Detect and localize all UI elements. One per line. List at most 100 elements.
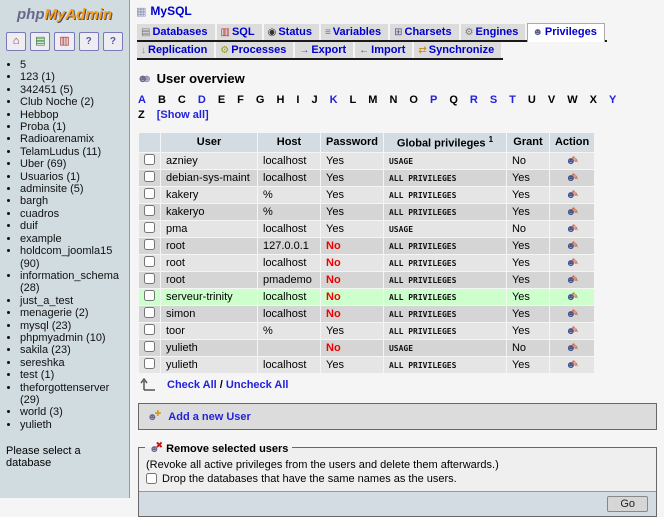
edit-privileges-icon[interactable]: ☻✎	[566, 342, 579, 354]
phpmyadmin-logo[interactable]: phpMyAdmin	[6, 6, 123, 23]
privileges-value: USAGE	[389, 225, 413, 234]
database-list-item[interactable]: information_schema (28)	[20, 270, 123, 295]
drop-databases-checkbox[interactable]	[146, 473, 157, 484]
tab-databases[interactable]: ▤Databases	[137, 24, 215, 40]
database-list-item[interactable]: bargh	[20, 195, 123, 207]
edit-privileges-icon[interactable]: ☻✎	[566, 155, 579, 167]
edit-privileges-icon[interactable]: ☻✎	[566, 172, 579, 184]
edit-privileges-icon[interactable]: ☻✎	[566, 223, 579, 235]
row-checkbox[interactable]	[144, 324, 155, 335]
tab-privileges[interactable]: ☻Privileges	[527, 23, 605, 42]
tab-status[interactable]: ◉Status	[264, 24, 319, 40]
server-link[interactable]: ▦ MySQL	[136, 4, 664, 18]
row-checkbox[interactable]	[144, 290, 155, 301]
select-database-note: Please select a database	[6, 445, 123, 469]
tab-import[interactable]: ←Import	[355, 42, 412, 58]
row-checkbox[interactable]	[144, 341, 155, 352]
go-button[interactable]: Go	[607, 496, 648, 512]
action-cell: ☻✎	[550, 187, 594, 203]
database-list-item[interactable]: sakila (23)	[20, 344, 123, 356]
tab-engines[interactable]: ⚙Engines	[461, 24, 526, 40]
check-all-separator: /	[220, 379, 223, 391]
tab-processes[interactable]: ⚙Processes	[216, 42, 293, 58]
database-list-item[interactable]: test (1)	[20, 369, 123, 381]
row-checkbox[interactable]	[144, 154, 155, 165]
logout-icon[interactable]: ▤	[30, 32, 50, 51]
database-list-item[interactable]: Hebbop	[20, 109, 123, 121]
database-list-item[interactable]: world (3)	[20, 406, 123, 418]
letter-link-r[interactable]: R	[470, 93, 478, 108]
privileges-cell: ALL PRIVILEGES	[384, 204, 506, 220]
row-checkbox[interactable]	[144, 205, 155, 216]
database-list-item[interactable]: menagerie (2)	[20, 307, 123, 319]
database-list-item[interactable]: TelamLudus (11)	[20, 146, 123, 158]
database-list-item[interactable]: 342451 (5)	[20, 84, 123, 96]
database-list-item[interactable]: just_a_test	[20, 295, 123, 307]
privileges-footnote-marker[interactable]: 1	[489, 135, 493, 144]
add-new-user-link[interactable]: Add a new User	[168, 411, 251, 423]
database-list-item[interactable]: phpmyadmin (10)	[20, 332, 123, 344]
letter-link-s[interactable]: S	[490, 93, 497, 108]
letter-link-y[interactable]: Y	[609, 93, 616, 108]
letter-link-d[interactable]: D	[198, 93, 206, 108]
tab-variables[interactable]: ≡Variables	[321, 24, 388, 40]
home-icon[interactable]: ⌂	[6, 32, 26, 51]
database-list-item[interactable]: adminsite (5)	[20, 183, 123, 195]
row-checkbox[interactable]	[144, 256, 155, 267]
database-list-item[interactable]: yulieth	[20, 419, 123, 431]
row-checkbox[interactable]	[144, 171, 155, 182]
letter-link-t[interactable]: T	[509, 93, 516, 108]
tab-replication[interactable]: ↓Replication	[137, 42, 214, 58]
database-list-item[interactable]: sereshka	[20, 357, 123, 369]
query-window-icon[interactable]: ▥	[54, 32, 74, 51]
row-checkbox[interactable]	[144, 239, 155, 250]
database-list-item[interactable]: Usuarios (1)	[20, 171, 123, 183]
database-list-item[interactable]: example	[20, 233, 123, 245]
tab-export[interactable]: →Export	[295, 42, 353, 58]
edit-privileges-icon[interactable]: ☻✎	[566, 274, 579, 286]
letter-link-p[interactable]: P	[430, 93, 437, 108]
database-list-item[interactable]: Radioarenamix	[20, 133, 123, 145]
database-list-item[interactable]: mysql (23)	[20, 320, 123, 332]
uncheck-all-link[interactable]: Uncheck All	[226, 379, 289, 391]
database-list-item[interactable]: duif	[20, 220, 123, 232]
database-list-item[interactable]: Club Noche (2)	[20, 96, 123, 108]
edit-privileges-icon[interactable]: ☻✎	[566, 257, 579, 269]
edit-privileges-icon[interactable]: ☻✎	[566, 308, 579, 320]
check-all-link[interactable]: Check All	[167, 379, 217, 391]
edit-privileges-icon[interactable]: ☻✎	[566, 359, 579, 371]
edit-privileges-icon[interactable]: ☻✎	[566, 325, 579, 337]
tab-synchronize[interactable]: ⇄Synchronize	[414, 42, 501, 58]
privileges-value: ALL PRIVILEGES	[389, 276, 456, 285]
database-list-item[interactable]: Proba (1)	[20, 121, 123, 133]
letter-link-k[interactable]: K	[330, 93, 338, 108]
database-list-item[interactable]: theforgottenserver (29)	[20, 382, 123, 407]
table-row: yuliethNoUSAGENo☻✎	[139, 340, 594, 356]
user-cell: kakeryo	[161, 204, 257, 220]
letter-link-a[interactable]: A	[138, 93, 146, 108]
action-cell: ☻✎	[550, 238, 594, 254]
database-list-item[interactable]: Uber (69)	[20, 158, 123, 170]
row-checkbox[interactable]	[144, 307, 155, 318]
row-checkbox[interactable]	[144, 358, 155, 369]
show-all-link[interactable]: [Show all]	[157, 109, 209, 121]
tab-charsets[interactable]: ⊞Charsets	[390, 24, 458, 40]
database-list-item[interactable]: 123 (1)	[20, 71, 123, 83]
row-checkbox[interactable]	[144, 273, 155, 284]
action-cell: ☻✎	[550, 204, 594, 220]
row-checkbox[interactable]	[144, 188, 155, 199]
tab-sql[interactable]: ▥SQL	[217, 24, 262, 40]
row-checkbox[interactable]	[144, 222, 155, 233]
database-list-item[interactable]: 5	[20, 59, 123, 71]
edit-privileges-icon[interactable]: ☻✎	[566, 189, 579, 201]
edit-privileges-icon[interactable]: ☻✎	[566, 240, 579, 252]
mysql-docs-icon[interactable]: ?	[103, 32, 123, 51]
phpmyadmin-docs-icon[interactable]: ?	[79, 32, 99, 51]
database-list-item[interactable]: holdcom_joomla15 (90)	[20, 245, 123, 270]
database-list-item[interactable]: cuadros	[20, 208, 123, 220]
row-checkbox-cell	[139, 323, 160, 339]
edit-privileges-icon[interactable]: ☻✎	[566, 291, 579, 303]
edit-privileges-icon[interactable]: ☻✎	[566, 206, 579, 218]
user-cell: root	[161, 255, 257, 271]
privileges-cell: ALL PRIVILEGES	[384, 255, 506, 271]
